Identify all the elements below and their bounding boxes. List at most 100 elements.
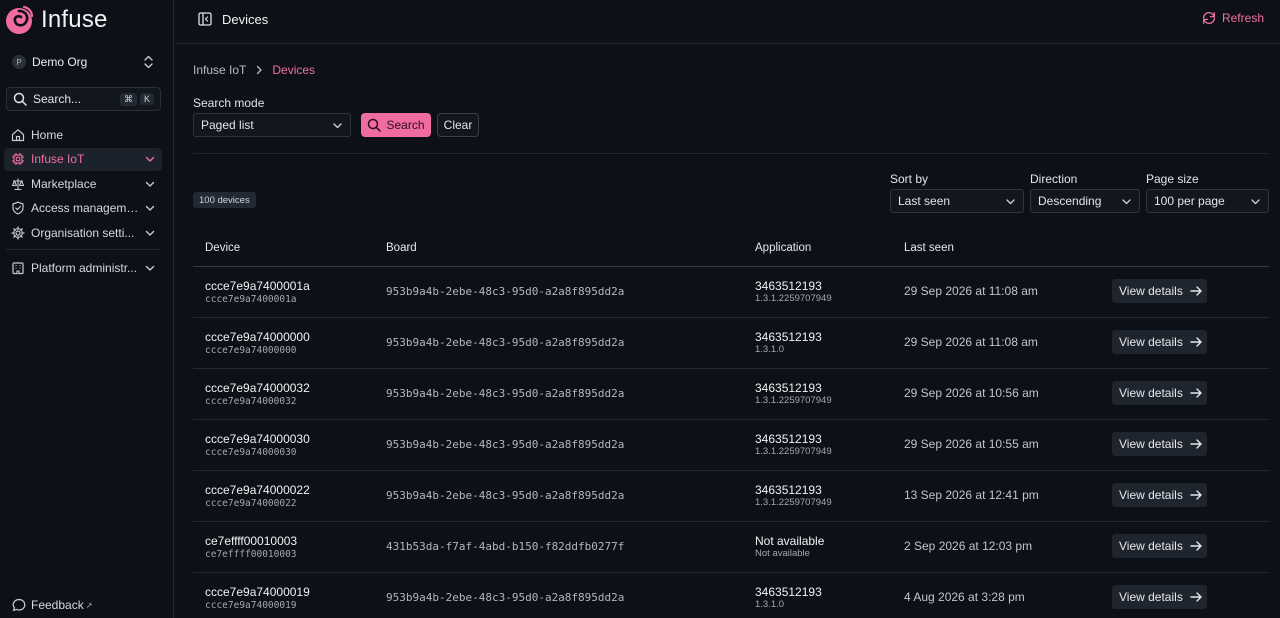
application-id: 3463512193: [755, 279, 822, 293]
device-id: ccce7e9a74000000: [205, 345, 297, 356]
device-name: ccce7e9a74000032: [205, 381, 310, 395]
refresh-label: Refresh: [1221, 11, 1264, 25]
chip-icon: [12, 153, 24, 165]
chevron-down-icon: [145, 156, 155, 162]
chevron-down-icon: [145, 181, 155, 187]
sidebar-item-infuse-iot[interactable]: Infuse IoT: [4, 147, 162, 171]
view-details-button[interactable]: View details: [1112, 483, 1207, 507]
application-id: 3463512193: [755, 381, 822, 395]
table-body: ccce7e9a7400001a ccce7e9a7400001a 953b9a…: [193, 267, 1269, 618]
sidebar-item-label: Access manageme...: [31, 201, 141, 215]
section-divider: [193, 153, 1269, 154]
page-size-select[interactable]: 100 per page: [1146, 189, 1269, 213]
application-cell: 3463512193 1.3.1.0: [755, 330, 822, 356]
view-details-button[interactable]: View details: [1112, 279, 1207, 303]
device-id: ccce7e9a74000022: [205, 498, 297, 509]
breadcrumb-root[interactable]: Infuse IoT: [193, 63, 246, 77]
device-name: ccce7e9a7400001a: [205, 279, 310, 293]
direction-select[interactable]: Descending: [1030, 189, 1140, 213]
table-row: ccce7e9a74000022 ccce7e9a74000022 953b9a…: [193, 471, 1269, 522]
sidebar-item-home[interactable]: Home: [4, 123, 162, 146]
sidebar-item-label: Infuse IoT: [31, 152, 85, 166]
org-switcher[interactable]: P Demo Org: [12, 54, 154, 70]
view-details-label: View details: [1119, 488, 1183, 502]
device-name: ccce7e9a74000000: [205, 330, 310, 344]
sort-by-value: Last seen: [898, 194, 951, 208]
global-search[interactable]: Search... ⌘ K: [6, 87, 161, 111]
direction-value: Descending: [1038, 194, 1102, 208]
board-id: 953b9a4b-2ebe-48c3-95d0-a2a8f895dd2a: [386, 336, 625, 349]
application-cell: 3463512193 1.3.1.2259707949: [755, 381, 832, 407]
board-id: 953b9a4b-2ebe-48c3-95d0-a2a8f895dd2a: [386, 489, 625, 502]
sidebar-toggle-icon[interactable]: [198, 12, 212, 26]
board-id: 953b9a4b-2ebe-48c3-95d0-a2a8f895dd2a: [386, 387, 625, 400]
brand-logo[interactable]: Infuse: [4, 4, 108, 36]
last-seen: 29 Sep 2026 at 11:08 am: [904, 335, 1038, 349]
board-id: 953b9a4b-2ebe-48c3-95d0-a2a8f895dd2a: [386, 285, 625, 298]
device-cell: ccce7e9a74000022 ccce7e9a74000022: [205, 483, 310, 510]
chevron-down-icon: [145, 205, 155, 211]
arrow-right-icon: [1190, 490, 1202, 500]
org-avatar: P: [12, 55, 26, 69]
breadcrumb-current: Devices: [272, 63, 316, 77]
board-id: 431b53da-f7af-4abd-b150-f82ddfb0277f: [386, 540, 625, 553]
device-cell: ccce7e9a74000030 ccce7e9a74000030: [205, 432, 310, 459]
device-id: ccce7e9a74000019: [205, 600, 297, 611]
application-id: 3463512193: [755, 483, 822, 497]
search-mode-select[interactable]: Paged list: [193, 113, 351, 137]
org-name: Demo Org: [32, 55, 88, 69]
view-details-button[interactable]: View details: [1112, 381, 1207, 405]
scale-icon: [11, 178, 25, 190]
sidebar-item-access-management[interactable]: Access manageme...: [4, 197, 162, 220]
view-details-label: View details: [1119, 284, 1183, 298]
application-version: 1.3.1.0: [755, 599, 785, 610]
device-name: ce7effff00010003: [205, 534, 298, 548]
application-version: 1.3.1.2259707949: [755, 446, 832, 457]
device-name: ccce7e9a74000022: [205, 483, 310, 497]
column-header-last-seen: Last seen: [904, 242, 954, 254]
application-version: 1.3.1.0: [755, 344, 785, 355]
search-button[interactable]: Search: [361, 113, 431, 137]
device-name: ccce7e9a74000019: [205, 585, 310, 599]
device-id: ce7effff00010003: [205, 549, 297, 560]
feedback-link[interactable]: Feedback ↗: [12, 598, 92, 612]
application-id: 3463512193: [755, 585, 822, 599]
chevron-down-icon: [145, 265, 155, 271]
clear-button[interactable]: Clear: [437, 113, 479, 137]
table-row: ccce7e9a74000019 ccce7e9a74000019 953b9a…: [193, 573, 1269, 618]
gear-icon: [11, 225, 25, 240]
chevron-down-icon: [333, 122, 342, 128]
sidebar-item-label: Organisation setti...: [31, 225, 135, 240]
chevron-down-icon: [1122, 198, 1131, 204]
sidebar-item-label: Marketplace: [31, 176, 97, 191]
view-details-label: View details: [1119, 539, 1183, 553]
sidebar-item-platform-administration[interactable]: Platform administr...: [4, 256, 162, 279]
device-count-badge: 100 devices: [193, 192, 256, 208]
device-cell: ccce7e9a7400001a ccce7e9a7400001a: [205, 279, 310, 306]
device-id: ccce7e9a7400001a: [205, 294, 297, 305]
board-id: 953b9a4b-2ebe-48c3-95d0-a2a8f895dd2a: [386, 438, 625, 451]
application-version: 1.3.1.2259707949: [755, 293, 832, 304]
arrow-right-icon: [1190, 592, 1202, 602]
view-details-button[interactable]: View details: [1112, 432, 1207, 456]
sort-by-select[interactable]: Last seen: [890, 189, 1024, 213]
view-details-label: View details: [1119, 335, 1183, 349]
external-link-icon: ↗: [85, 600, 93, 610]
shield-icon: [12, 201, 24, 215]
view-details-button[interactable]: View details: [1112, 330, 1207, 354]
refresh-button[interactable]: Refresh: [1202, 11, 1264, 25]
sidebar-item-marketplace[interactable]: Marketplace: [4, 172, 162, 195]
clear-button-label: Clear: [443, 118, 473, 132]
top-bar: Devices Refresh: [175, 0, 1280, 44]
column-header-application: Application: [755, 242, 812, 254]
table-row: ccce7e9a74000032 ccce7e9a74000032 953b9a…: [193, 369, 1269, 420]
view-details-button[interactable]: View details: [1112, 534, 1207, 558]
last-seen: 2 Sep 2026 at 12:03 pm: [904, 539, 1033, 553]
sidebar-item-organisation-settings[interactable]: Organisation setti...: [4, 221, 162, 244]
view-details-button[interactable]: View details: [1112, 585, 1207, 609]
sidebar: Infuse P Demo Org Search... ⌘ K Home Inf…: [0, 0, 174, 618]
application-id: 3463512193: [755, 330, 822, 344]
feedback-label: Feedback: [31, 598, 84, 612]
device-name: ccce7e9a74000030: [205, 432, 310, 446]
column-header-device: Device: [205, 242, 241, 254]
